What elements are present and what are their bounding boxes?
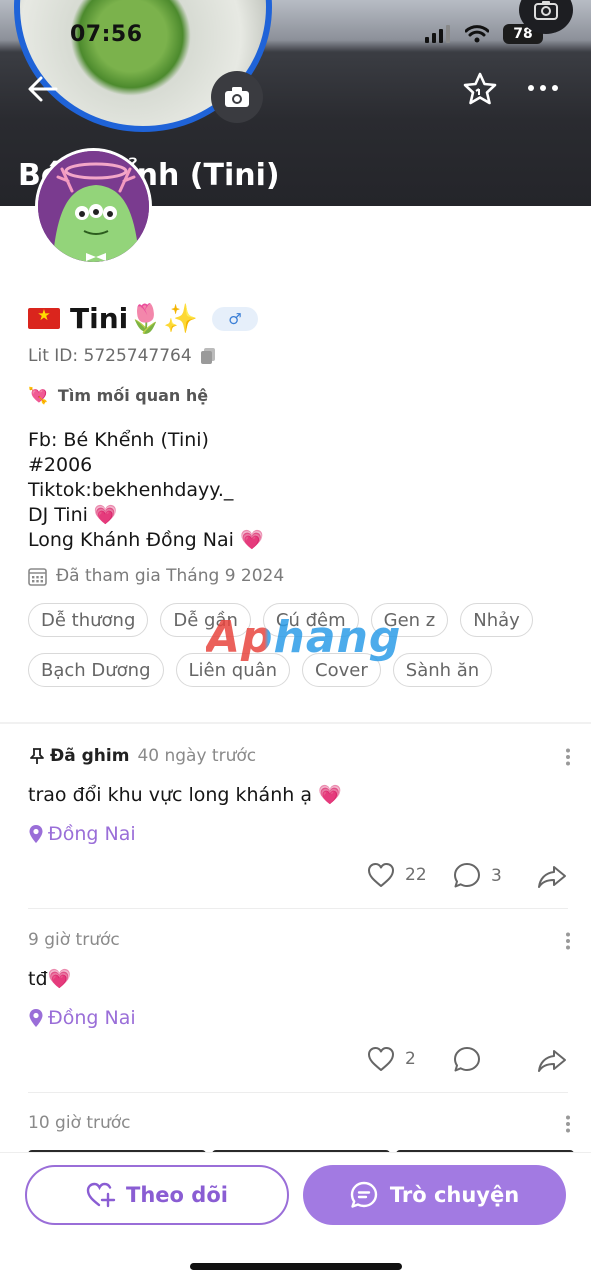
favorite-star-icon[interactable] xyxy=(462,72,498,106)
lit-id: Lit ID: 5725747764 xyxy=(28,346,216,366)
comment-icon xyxy=(454,1047,480,1072)
post-location[interactable]: Đồng Nai xyxy=(28,823,136,845)
bio: Fb: Bé Khểnh (Tini) #2006 Tiktok:bekhenh… xyxy=(28,428,264,553)
signal-icon xyxy=(425,25,450,43)
bio-line: #2006 xyxy=(28,454,93,476)
relationship-goal-text: Tìm mối quan hệ xyxy=(57,386,209,405)
profile-name-row: Tini🌷✨ ♂ xyxy=(28,302,258,335)
joined-text: Đã tham gia Tháng 9 2024 xyxy=(56,566,285,586)
comment-button[interactable] xyxy=(453,1046,491,1073)
interest-tag[interactable]: Sành ăn xyxy=(392,653,493,687)
heart-plus-icon xyxy=(86,1182,116,1208)
profile-name: Tini🌷✨ xyxy=(70,302,198,335)
gender-badge: ♂ xyxy=(211,306,258,331)
more-options-icon[interactable] xyxy=(526,82,560,94)
post-time: 9 giờ trước xyxy=(28,930,120,950)
post-text[interactable]: tđ💗 xyxy=(28,967,71,990)
relationship-goal: 💘 Tìm mối quan hệ xyxy=(28,386,208,405)
chat-label: Trò chuyện xyxy=(389,1183,520,1207)
change-cover-camera-icon[interactable] xyxy=(211,71,263,123)
pinned-text: Đã ghim xyxy=(50,746,130,766)
share-icon[interactable] xyxy=(537,1048,567,1074)
calendar-icon xyxy=(28,567,47,586)
post-text[interactable]: trao đổi khu vực long khánh ạ 💗 xyxy=(28,783,342,806)
like-count: 22 xyxy=(405,865,427,885)
post-divider xyxy=(28,1092,568,1093)
post-more-icon[interactable] xyxy=(564,1115,572,1133)
vietnam-flag-icon xyxy=(28,306,60,329)
avatar[interactable] xyxy=(35,148,152,265)
pinned-label: Đã ghim xyxy=(28,746,129,766)
interest-tag[interactable]: Bạch Dương xyxy=(28,653,164,687)
post-meta: 9 giờ trước xyxy=(28,930,120,950)
bottom-action-bar: Theo dõi Trò chuyện xyxy=(0,1152,591,1280)
wifi-icon xyxy=(465,25,489,43)
interest-tag[interactable]: Dễ thương xyxy=(28,603,149,637)
joined-date: Đã tham gia Tháng 9 2024 xyxy=(28,566,284,586)
post-location-text: Đồng Nai xyxy=(48,1007,136,1029)
share-icon[interactable] xyxy=(537,864,567,890)
post-meta: 10 giờ trước xyxy=(28,1113,131,1133)
follow-button[interactable]: Theo dõi xyxy=(25,1165,289,1225)
comment-button[interactable]: 3 xyxy=(453,862,502,889)
post-location-text: Đồng Nai xyxy=(48,823,136,845)
like-count: 2 xyxy=(405,1049,416,1069)
bio-line: Tiktok:bekhenhdayy._ xyxy=(28,479,234,501)
location-pin-icon xyxy=(29,1009,43,1027)
chat-bubble-icon xyxy=(350,1181,378,1208)
like-button[interactable]: 22 xyxy=(367,862,427,888)
chat-button[interactable]: Trò chuyện xyxy=(303,1165,566,1225)
post-more-icon[interactable] xyxy=(564,932,572,950)
bio-line: DJ Tini 💗 xyxy=(28,504,118,526)
copy-icon[interactable] xyxy=(200,347,216,365)
pin-icon xyxy=(30,748,44,764)
heart-arrow-icon: 💘 xyxy=(28,386,48,405)
post-divider xyxy=(28,908,568,909)
status-time: 07:56 xyxy=(70,22,143,47)
post-meta: Đã ghim 40 ngày trước xyxy=(28,746,256,766)
heart-icon xyxy=(368,1047,394,1071)
watermark-logo: Aphang xyxy=(206,612,402,663)
post-time: 40 ngày trước xyxy=(137,746,257,766)
home-indicator[interactable] xyxy=(190,1263,402,1270)
post-location[interactable]: Đồng Nai xyxy=(28,1007,136,1029)
comment-count: 3 xyxy=(491,865,502,886)
back-arrow-icon[interactable] xyxy=(26,72,60,106)
bio-line: Fb: Bé Khểnh (Tini) xyxy=(28,429,209,451)
post-time: 10 giờ trước xyxy=(28,1113,131,1133)
bio-line: Long Khánh Đồng Nai 💗 xyxy=(28,529,264,551)
lit-id-text: Lit ID: 5725747764 xyxy=(28,346,192,366)
location-pin-icon xyxy=(29,825,43,843)
heart-icon xyxy=(368,863,394,887)
section-divider xyxy=(0,722,591,724)
follow-label: Theo dõi xyxy=(126,1183,228,1207)
like-button[interactable]: 2 xyxy=(367,1046,416,1072)
post-more-icon[interactable] xyxy=(564,748,572,766)
status-icons: 78 xyxy=(425,24,543,44)
interest-tag[interactable]: Nhảy xyxy=(460,603,533,637)
comment-icon xyxy=(454,863,480,888)
